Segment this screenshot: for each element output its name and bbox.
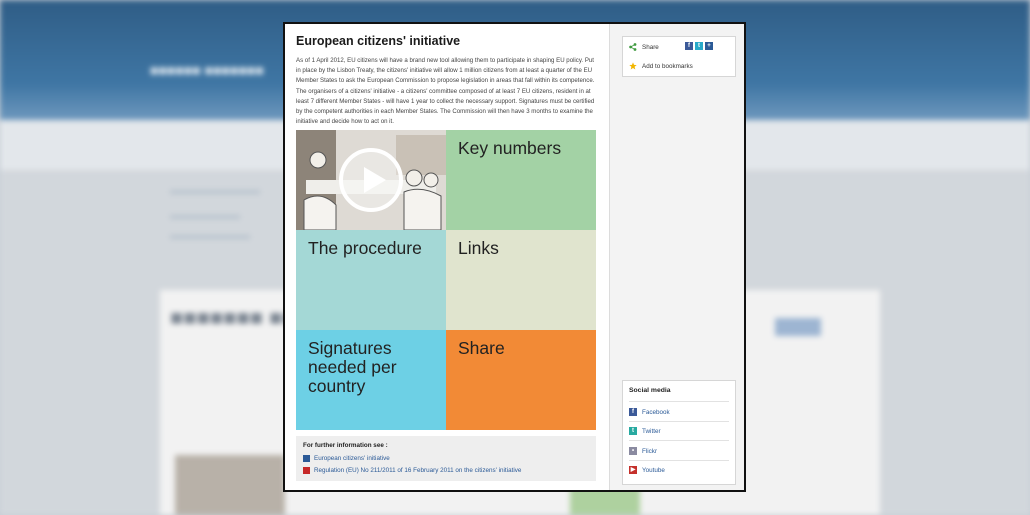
youtube-icon: ▶ [629,466,637,474]
background-title: ■■■■■■■ ■■ [170,305,296,330]
background-logo: ■■■■■■ ■■■■■■■ [150,62,264,78]
background-button [775,318,821,336]
more-share-icon[interactable]: + [705,42,713,50]
intro-text: As of 1 April 2012, EU citizens will hav… [296,57,595,126]
video-tile[interactable] [296,130,446,230]
divider [629,401,729,402]
bookmark-button[interactable]: Add to bookmarks [629,62,693,70]
page-title: European citizens' initiative [296,34,461,48]
social-media-heading: Social media [629,387,671,394]
links-tile[interactable]: Links [446,230,596,330]
star-icon [629,62,637,70]
share-label: Share [642,43,659,51]
twitter-icon[interactable]: t [695,42,703,50]
background-text-line [170,215,240,219]
flickr-icon: • [629,447,637,455]
social-item-label: Facebook [642,408,670,416]
social-media-box: Social media f Facebook t Twitter • Flic… [622,380,736,485]
further-info-heading: For further information see : [303,442,388,449]
eu-flag-icon [303,455,310,462]
further-link-label[interactable]: Regulation (EU) No 211/2011 of 16 Februa… [314,467,521,474]
modal-dialog: European citizens' initiative As of 1 Ap… [283,22,746,492]
modal-main: European citizens' initiative As of 1 Ap… [285,24,609,490]
further-link-eci[interactable]: European citizens' initiative [303,455,390,462]
further-info-box: For further information see : European c… [296,436,596,481]
social-item-twitter[interactable]: t Twitter [629,427,729,435]
social-item-label: Youtube [642,466,665,474]
background-text-line [170,235,250,239]
divider [629,421,729,422]
twitter-icon: t [629,427,637,435]
social-item-label: Twitter [642,427,661,435]
key-numbers-tile[interactable]: Key numbers [446,130,596,230]
background-photo [175,455,285,515]
procedure-tile[interactable]: The procedure [296,230,446,330]
further-link-regulation[interactable]: Regulation (EU) No 211/2011 of 16 Februa… [303,467,521,474]
social-item-facebook[interactable]: f Facebook [629,408,729,416]
modal-sidebar: Share f t + Add to bookmarks Social medi… [609,24,744,490]
facebook-icon: f [629,408,637,416]
tile-grid: Key numbers The procedure Links Signatur… [296,130,596,430]
further-link-label[interactable]: European citizens' initiative [314,455,390,462]
divider [629,460,729,461]
social-item-youtube[interactable]: ▶ Youtube [629,466,729,474]
background-text-line [170,190,260,194]
share-tile[interactable]: Share [446,330,596,430]
share-button[interactable]: Share [629,43,659,51]
bookmark-label: Add to bookmarks [642,62,693,70]
signatures-tile[interactable]: Signatures needed per country [296,330,446,430]
social-item-label: Flickr [642,447,658,455]
share-icon [629,43,637,51]
share-box: Share f t + Add to bookmarks [622,36,736,77]
social-item-flickr[interactable]: • Flickr [629,447,729,455]
facebook-icon[interactable]: f [685,42,693,50]
pdf-icon [303,467,310,474]
divider [629,440,729,441]
play-icon [339,148,403,212]
